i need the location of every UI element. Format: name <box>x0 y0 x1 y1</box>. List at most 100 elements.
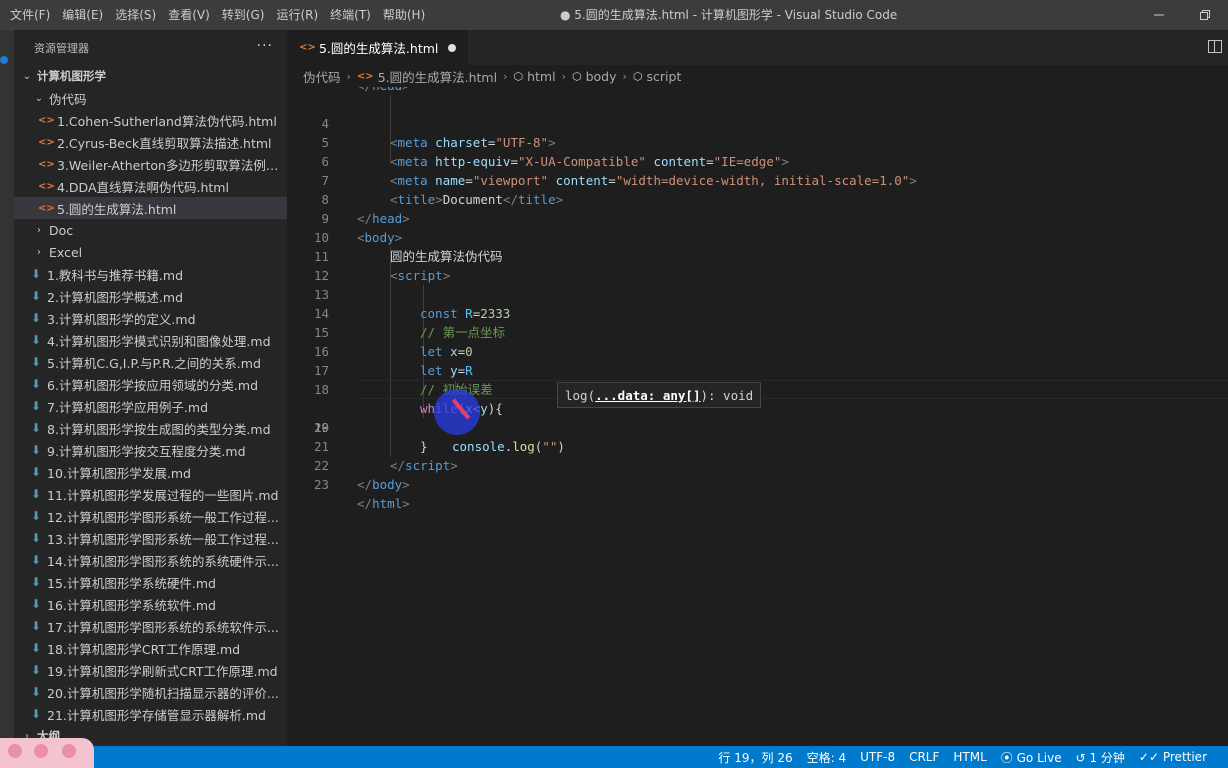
minimize-button[interactable] <box>1136 0 1182 30</box>
tree-file-html-active[interactable]: <> 5.圆的生成算法.html <box>14 197 287 219</box>
chevron-down-icon: ⌄ <box>22 70 32 82</box>
tree-file-md[interactable]: ⬇ 2.计算机图形学概述.md <box>14 285 287 307</box>
tree-file-md[interactable]: ⬇ 15.计算机图形学系统硬件.md <box>14 571 287 593</box>
tree-file-md[interactable]: ⬇ 12.计算机图形学图形系统一般工作过程... <box>14 505 287 527</box>
markdown-download-icon: ⬇ <box>30 377 42 391</box>
code-text: </body> <box>357 477 410 492</box>
broadcast-icon: ⦿ <box>1000 750 1017 765</box>
breadcrumb-item[interactable]: 5.圆的生成算法.html <box>378 67 497 86</box>
tree-file-md[interactable]: ⬇ 5.计算机C.G,I.P.与P.R.之间的关系.md <box>14 351 287 373</box>
status-encoding[interactable]: UTF-8 <box>853 750 902 764</box>
tree-root-folder[interactable]: ⌄ 计算机图形学 <box>14 65 287 87</box>
explorer-badge-icon[interactable] <box>0 56 8 64</box>
tree-file-md[interactable]: ⬇ 11.计算机图形学发展过程的一些图片.md <box>14 483 287 505</box>
hint-prefix: log( <box>565 387 596 403</box>
tree-file-md[interactable]: ⬇ 3.计算机图形学的定义.md <box>14 307 287 329</box>
tab-active-file[interactable]: <> 5.圆的生成算法.html <box>287 30 469 65</box>
tree-file-md[interactable]: ⬇ 14.计算机图形学图形系统的系统硬件示... <box>14 549 287 571</box>
tree-file-label: 16.计算机图形学系统软件.md <box>47 597 216 613</box>
activity-bar <box>0 30 14 746</box>
markdown-download-icon: ⬇ <box>30 707 42 721</box>
menu-edit[interactable]: 编辑(E) <box>56 0 109 30</box>
markdown-download-icon: ⬇ <box>30 509 42 523</box>
menu-terminal[interactable]: 终端(T) <box>324 0 377 30</box>
timer-label: 1 分钟 <box>1089 750 1125 765</box>
markdown-download-icon: ⬇ <box>30 663 42 677</box>
tree-file-md[interactable]: ⬇ 18.计算机图形学CRT工作原理.md <box>14 637 287 659</box>
html-file-icon: <> <box>38 136 55 148</box>
code-line: 21 </script> <box>287 418 1228 473</box>
tree-file-html[interactable]: <> 4.DDA直线算法啊伪代码.html <box>14 175 287 197</box>
tree-folder-label: Excel <box>49 244 83 260</box>
breadcrumb-item[interactable]: script <box>647 69 682 84</box>
breadcrumb-item[interactable]: body <box>586 69 617 84</box>
menu-bar: 文件(F) 编辑(E) 选择(S) 查看(V) 转到(G) 运行(R) 终端(T… <box>0 0 431 30</box>
status-prettier[interactable]: ✓✓ Prettier <box>1132 750 1214 764</box>
tree-file-md[interactable]: ⬇ 7.计算机图形学应用例子.md <box>14 395 287 417</box>
tree-file-label: 4.计算机图形学模式识别和图像处理.md <box>47 333 271 349</box>
code-line: 15 let x=0 <box>287 304 1228 359</box>
tree-file-html[interactable]: <> 1.Cohen-Sutherland算法伪代码.html <box>14 109 287 131</box>
code-line: 23 </html> <box>287 456 1228 511</box>
status-timer[interactable]: ↺ 1 分钟 <box>1069 749 1132 766</box>
html-file-icon: <> <box>38 180 55 192</box>
status-indentation[interactable]: 空格: 4 <box>800 749 854 766</box>
tree-file-html[interactable]: <> 3.Weiler-Atherton多边形剪取算法例子... <box>14 153 287 175</box>
tree-file-md[interactable]: ⬇ 6.计算机图形学按应用领域的分类.md <box>14 373 287 395</box>
code-editor[interactable]: </head> 4 <meta charset="UTF-8"> 5 <meta… <box>287 87 1228 746</box>
tree-file-md[interactable]: ⬇ 21.计算机图形学存储管显示器解析.md <box>14 703 287 725</box>
tree-folder-pseudocode[interactable]: ⌄ 伪代码 <box>14 87 287 109</box>
tree-root-label: 计算机图形学 <box>37 69 106 83</box>
tree-file-md[interactable]: ⬇ 20.计算机图形学随机扫描显示器的评价... <box>14 681 287 703</box>
tree-file-md[interactable]: ⬇ 8.计算机图形学按生成图的类型分类.md <box>14 417 287 439</box>
pointer-highlight <box>434 389 480 435</box>
tree-folder-excel[interactable]: › Excel <box>14 241 287 263</box>
code-line: 9 <body> <box>287 190 1228 245</box>
tree-file-md[interactable]: ⬇ 16.计算机图形学系统软件.md <box>14 593 287 615</box>
menu-help[interactable]: 帮助(H) <box>377 0 431 30</box>
unsaved-dot-icon[interactable] <box>448 43 457 52</box>
tree-file-label: 2.Cyrus-Beck直线剪取算法描述.html <box>57 135 272 151</box>
tree-file-label: 13.计算机图形学图形系统一般工作过程... <box>47 531 279 547</box>
status-cursor-position[interactable]: 行 19，列 26 <box>711 749 799 766</box>
prettier-label: Prettier <box>1162 750 1207 764</box>
menu-view[interactable]: 查看(V) <box>162 0 216 30</box>
markdown-download-icon: ⬇ <box>30 597 42 611</box>
html-file-icon: <> <box>38 202 55 214</box>
tree-file-md[interactable]: ⬇ 4.计算机图形学模式识别和图像处理.md <box>14 329 287 351</box>
more-actions-icon[interactable]: ··· <box>257 38 273 54</box>
restore-button[interactable] <box>1182 0 1228 30</box>
tree-file-md[interactable]: ⬇ 19.计算机图形学刷新式CRT工作原理.md <box>14 659 287 681</box>
tree-file-label: 11.计算机图形学发展过程的一些图片.md <box>47 487 279 503</box>
minimize-icon <box>1154 14 1164 16</box>
title-bar: 文件(F) 编辑(E) 选择(S) 查看(V) 转到(G) 运行(R) 终端(T… <box>0 0 1228 30</box>
tree-file-label: 21.计算机图形学存储管显示器解析.md <box>47 707 266 723</box>
tree-file-md[interactable]: ⬇ 13.计算机图形学图形系统一般工作过程... <box>14 527 287 549</box>
flower-icon <box>62 744 76 758</box>
tree-file-md[interactable]: ⬇ 10.计算机图形学发展.md <box>14 461 287 483</box>
code-line: 16 let y=R <box>287 323 1228 378</box>
code-line: 13 const R=2333 <box>287 266 1228 321</box>
status-go-live[interactable]: ⦿ Go Live <box>994 749 1069 766</box>
code-line: 8 </head> <box>287 171 1228 226</box>
tree-file-md[interactable]: ⬇ 9.计算机图形学按交互程度分类.md <box>14 439 287 461</box>
status-eol[interactable]: CRLF <box>902 750 946 764</box>
menu-go[interactable]: 转到(G) <box>216 0 271 30</box>
tree-folder-doc[interactable]: › Doc <box>14 219 287 241</box>
menu-file[interactable]: 文件(F) <box>4 0 56 30</box>
markdown-download-icon: ⬇ <box>30 333 42 347</box>
split-editor-icon[interactable] <box>1208 40 1222 53</box>
status-language[interactable]: HTML <box>946 750 993 764</box>
markdown-download-icon: ⬇ <box>30 575 42 589</box>
menu-selection[interactable]: 选择(S) <box>109 0 162 30</box>
chevron-down-icon: ⌄ <box>34 92 44 104</box>
code-line: 14 // 第一点坐标 <box>287 285 1228 340</box>
tree-file-md[interactable]: ⬇ 17.计算机图形学图形系统的系统软件示... <box>14 615 287 637</box>
tree-file-md[interactable]: ⬇ 1.教科书与推荐书籍.md <box>14 263 287 285</box>
breadcrumb-item[interactable]: 伪代码 <box>303 67 341 86</box>
markdown-download-icon: ⬇ <box>30 619 42 633</box>
breadcrumb-item[interactable]: html <box>527 69 555 84</box>
menu-run[interactable]: 运行(R) <box>270 0 324 30</box>
tree-file-label: 3.Weiler-Atherton多边形剪取算法例子... <box>57 157 287 173</box>
tree-file-html[interactable]: <> 2.Cyrus-Beck直线剪取算法描述.html <box>14 131 287 153</box>
